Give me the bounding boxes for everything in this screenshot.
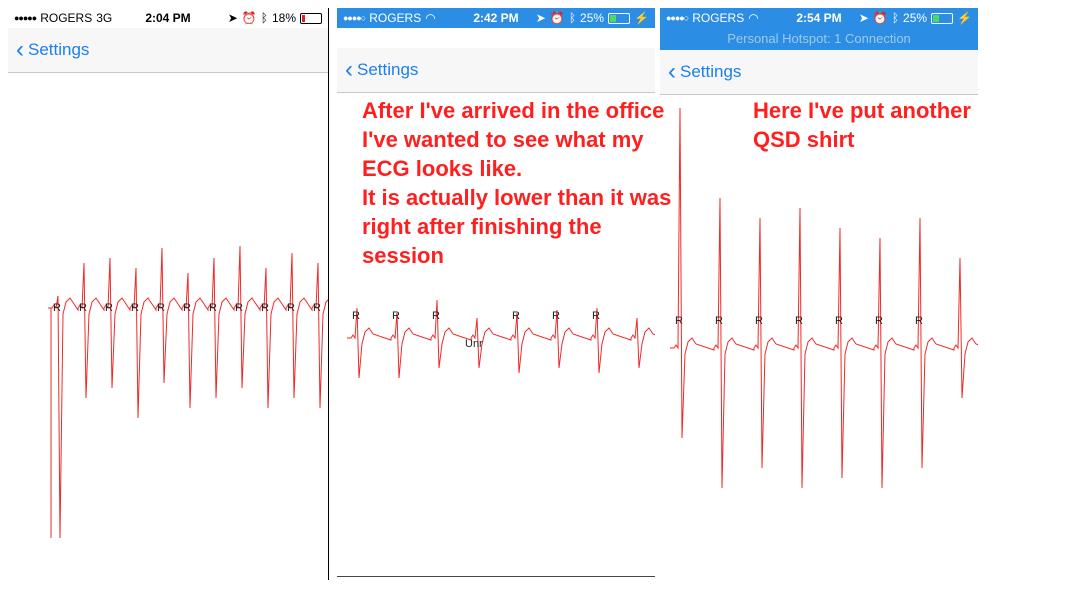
r-peak-label: R: [552, 310, 560, 322]
ecg-trace: R R R R R R Unr: [347, 299, 655, 379]
r-peak-label: R: [432, 310, 440, 322]
r-peak-label: R: [592, 310, 600, 322]
r-peak-label: R: [209, 302, 217, 314]
annotation-shirt: Here I've put another QSD shirt: [753, 98, 971, 152]
screen-2: ●●●●○ ROGERS ◠ 2:42 PM ➤ ⏰ ᛒ 25% ⚡ ‹ Set…: [337, 8, 655, 576]
r-peak-label: R: [675, 315, 683, 327]
r-peak-label: R: [287, 302, 295, 314]
r-peak-label: R: [795, 315, 803, 327]
r-peak-label: R: [79, 302, 87, 314]
ecg-trace: RRRRRRRRRRR: [48, 245, 328, 539]
r-peak-label: R: [835, 315, 843, 327]
r-peak-label: R: [313, 302, 321, 314]
ecg-line: [48, 245, 328, 539]
r-peak-label: R: [875, 315, 883, 327]
r-peak-label: R: [915, 315, 923, 327]
r-peak-label: R: [261, 302, 269, 314]
r-peak-label: R: [755, 315, 763, 327]
r-peak-label: R: [105, 302, 113, 314]
ecg-trace: RRRRRRR: [670, 107, 978, 489]
divider: [328, 8, 329, 580]
ecg-line: [670, 107, 978, 489]
r-peak-label: R: [183, 302, 191, 314]
r-peak-label: R: [715, 315, 723, 327]
r-peak-label: R: [53, 302, 61, 314]
r-peak-label: R: [131, 302, 139, 314]
screen-3: ●●●●○ ROGERS ◠ 2:54 PM ➤ ⏰ ᛒ 25% ⚡ Perso…: [660, 8, 978, 575]
r-peak-label: R: [352, 310, 360, 322]
screen-1: ●●●●● ROGERS 3G 2:04 PM ➤ ⏰ ᛒ 18% ‹ Sett…: [8, 8, 328, 580]
annotation-office: After I've arrived in the office I've wa…: [362, 98, 672, 268]
r-peak-label: R: [392, 310, 400, 322]
divider: [337, 576, 655, 577]
r-peak-label: R: [157, 302, 165, 314]
r-peak-label: R: [512, 310, 520, 322]
r-peak-label: R: [235, 302, 243, 314]
unrecognized-label: Unr: [465, 338, 483, 350]
